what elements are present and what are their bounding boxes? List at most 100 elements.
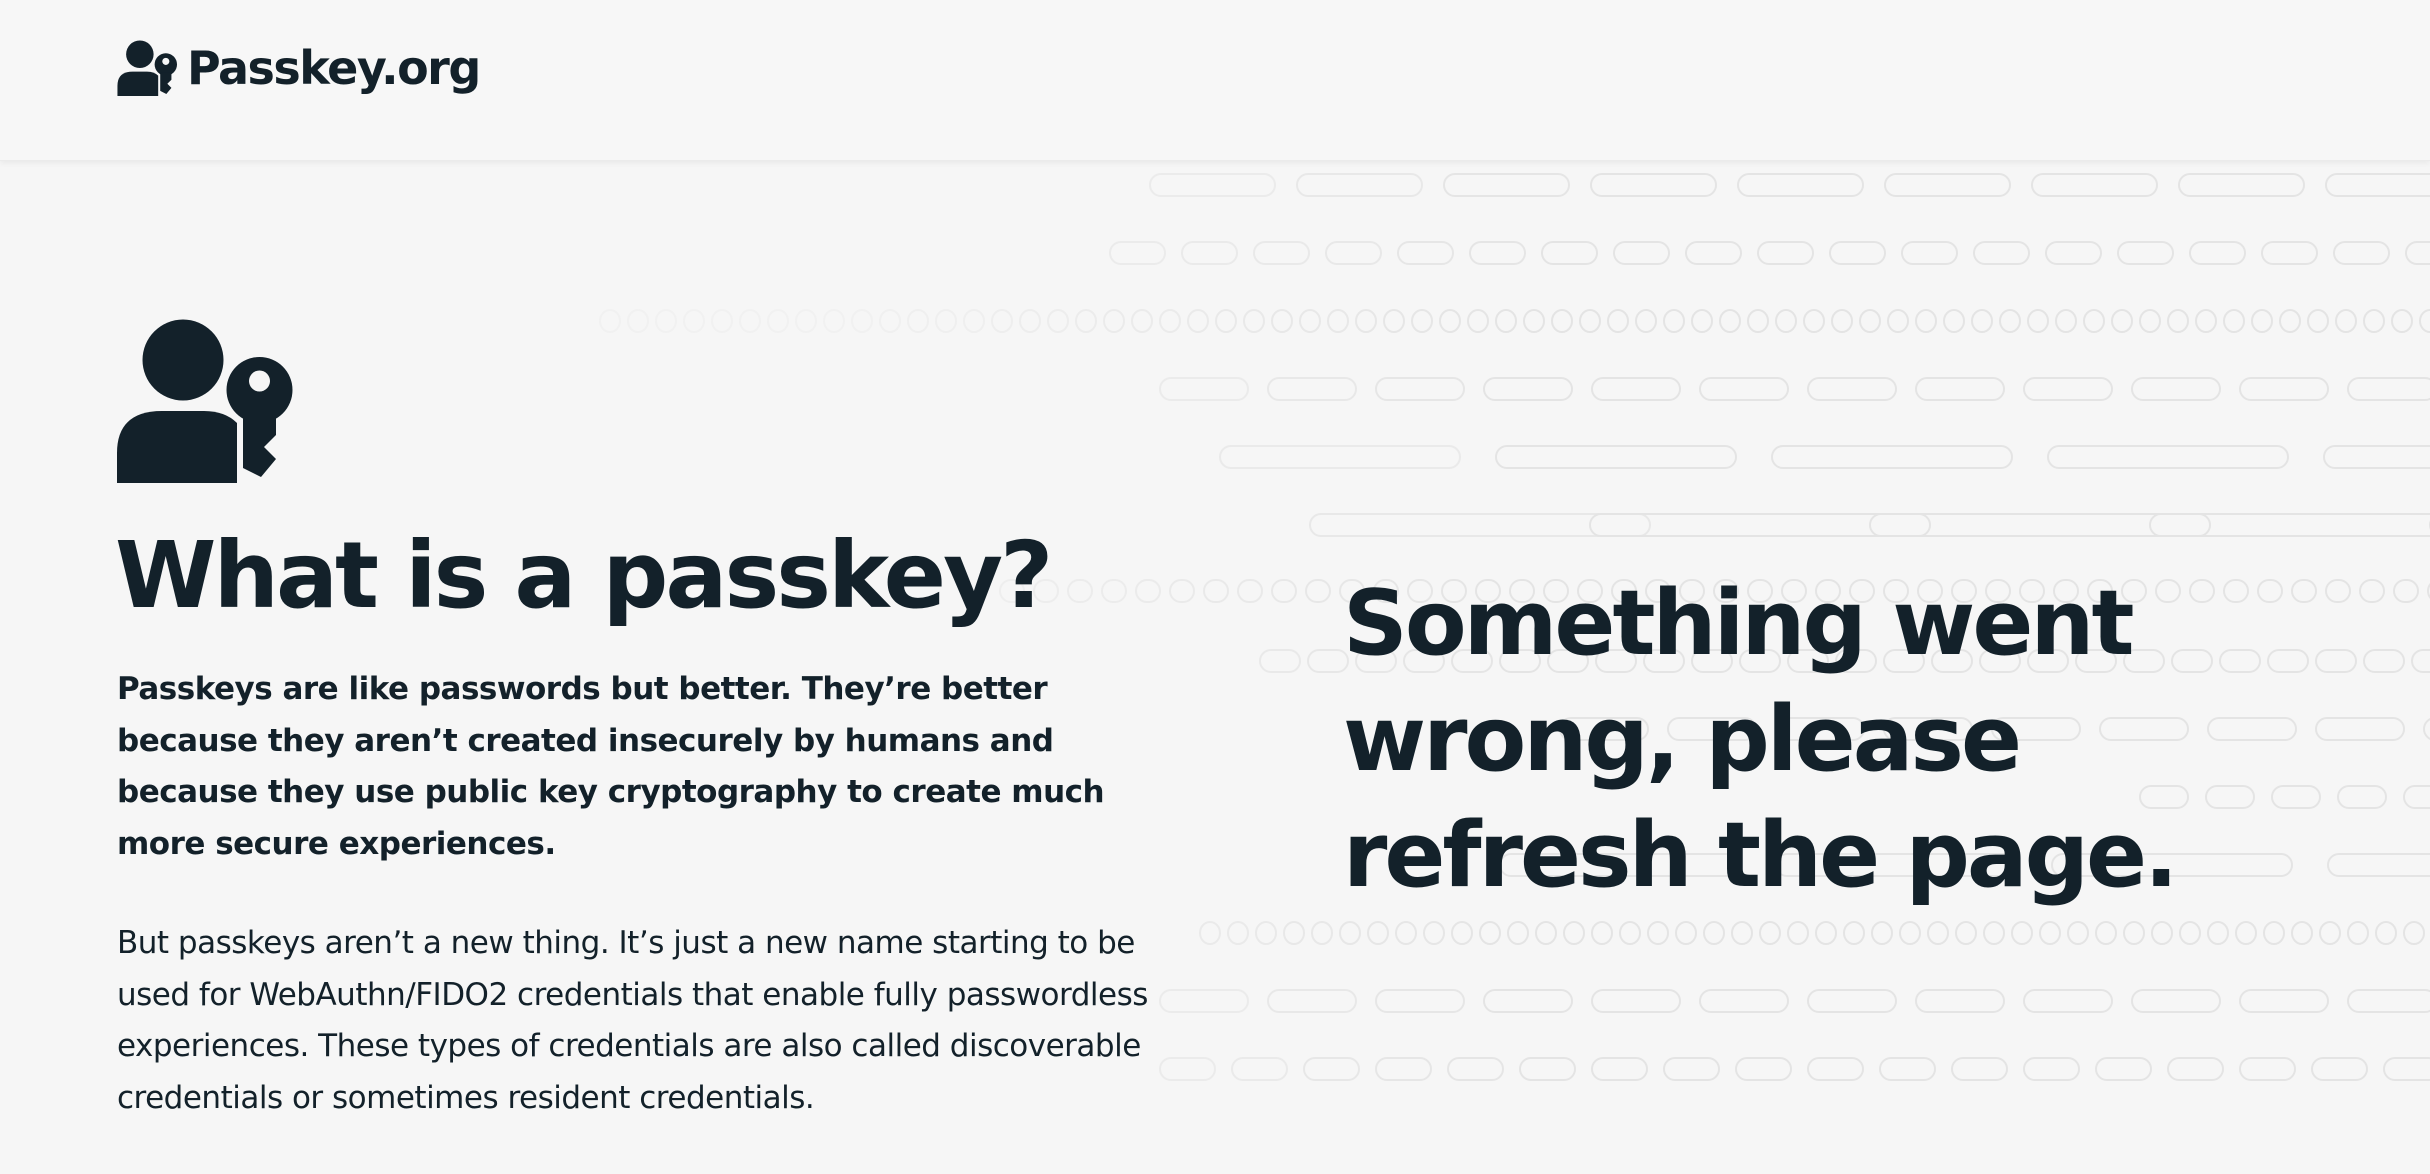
pattern-pill bbox=[1067, 579, 1093, 603]
pattern-pill bbox=[1375, 1057, 1432, 1081]
pattern-pill bbox=[1663, 309, 1685, 333]
pattern-pill bbox=[1943, 309, 1965, 333]
pattern-pill bbox=[2095, 921, 2117, 945]
pattern-pill bbox=[1267, 377, 1357, 401]
pattern-pill bbox=[2131, 377, 2221, 401]
pattern-pill bbox=[2319, 921, 2341, 945]
pattern-pill bbox=[2039, 921, 2061, 945]
pattern-pill bbox=[2207, 921, 2229, 945]
pattern-pill bbox=[683, 309, 705, 333]
pattern-pill bbox=[2263, 921, 2285, 945]
pattern-pill bbox=[2047, 445, 2289, 469]
pattern-pill bbox=[2045, 241, 2102, 265]
pattern-pill bbox=[1619, 921, 1641, 945]
pattern-pill bbox=[1535, 921, 1557, 945]
pattern-pill bbox=[2393, 579, 2419, 603]
pattern-pill bbox=[2167, 309, 2189, 333]
pattern-pill bbox=[1375, 989, 1465, 1013]
pattern-pill bbox=[1271, 579, 1297, 603]
pattern-pill bbox=[1303, 1057, 1360, 1081]
pattern-pill bbox=[1469, 241, 1526, 265]
pattern-pill bbox=[1579, 309, 1601, 333]
pattern-pill bbox=[2023, 989, 2113, 1013]
pattern-pill bbox=[879, 309, 901, 333]
pattern-pill bbox=[599, 309, 621, 333]
pattern-pill bbox=[907, 309, 929, 333]
pattern-pill bbox=[1831, 309, 1853, 333]
pattern-pill bbox=[2423, 718, 2430, 740]
pattern-pill bbox=[1731, 921, 1753, 945]
pattern-pill bbox=[2333, 241, 2390, 265]
pattern-pill bbox=[1483, 989, 1573, 1013]
pattern-pill bbox=[1355, 309, 1377, 333]
pattern-pill bbox=[823, 309, 845, 333]
pattern-pill bbox=[1691, 309, 1713, 333]
pattern-pill bbox=[1169, 579, 1195, 603]
pattern-pill bbox=[1271, 309, 1293, 333]
page-title: What is a passkey? bbox=[115, 522, 1053, 629]
pattern-pill bbox=[2027, 309, 2049, 333]
pattern-pill bbox=[1383, 309, 1405, 333]
user-key-icon bbox=[117, 40, 178, 96]
pattern-pill bbox=[1591, 377, 1681, 401]
pattern-pill bbox=[2117, 241, 2174, 265]
pattern-pill bbox=[1915, 989, 2005, 1013]
pattern-pill bbox=[2347, 921, 2369, 945]
site-header: Passkey.org bbox=[0, 0, 2430, 161]
pattern-pill bbox=[1103, 309, 1125, 333]
pattern-pill bbox=[1159, 377, 1249, 401]
pattern-pill bbox=[1075, 309, 1097, 333]
user-key-icon bbox=[117, 319, 293, 483]
pattern-pill bbox=[1495, 309, 1517, 333]
pattern-pill bbox=[2405, 241, 2430, 265]
pattern-pill bbox=[2311, 1057, 2368, 1081]
pattern-pill bbox=[1747, 309, 1769, 333]
pattern-pill bbox=[2347, 989, 2430, 1013]
pattern-pill bbox=[1757, 241, 1814, 265]
pattern-pill bbox=[2179, 921, 2201, 945]
pattern-pill bbox=[2239, 989, 2329, 1013]
pattern-pill bbox=[1591, 989, 1681, 1013]
pattern-pill bbox=[2359, 579, 2385, 603]
pattern-pill bbox=[1305, 579, 1331, 603]
pattern-pill bbox=[851, 309, 873, 333]
pattern-pill bbox=[1685, 241, 1742, 265]
pattern-pill bbox=[1927, 921, 1949, 945]
pattern-pill bbox=[2323, 445, 2430, 469]
logo-text: Passkey.org bbox=[187, 41, 481, 95]
pattern-pill bbox=[2375, 921, 2397, 945]
pattern-pill bbox=[1109, 241, 1166, 265]
pattern-pill bbox=[1884, 173, 2011, 197]
pattern-pill bbox=[1815, 921, 1837, 945]
pattern-pill bbox=[1367, 921, 1389, 945]
pattern-pill bbox=[2325, 173, 2430, 197]
pattern-pill bbox=[2023, 377, 2113, 401]
pattern-pill bbox=[2123, 921, 2145, 945]
pattern-pill bbox=[1451, 921, 1473, 945]
pattern-pill bbox=[2363, 309, 2385, 333]
pattern-pill bbox=[2055, 309, 2077, 333]
pattern-pill bbox=[1541, 241, 1598, 265]
pattern-pill bbox=[1607, 309, 1629, 333]
pattern-pill bbox=[1237, 579, 1263, 603]
pattern-pill bbox=[1299, 309, 1321, 333]
pattern-pill bbox=[1397, 241, 1454, 265]
pattern-pill bbox=[1735, 1057, 1792, 1081]
pattern-pill bbox=[1699, 989, 1789, 1013]
pattern-pill bbox=[1227, 921, 1249, 945]
lead-paragraph: Passkeys are like passwords but better. … bbox=[117, 671, 1105, 862]
logo-link[interactable]: Passkey.org bbox=[117, 36, 481, 100]
pattern-pill bbox=[1589, 513, 1931, 537]
pattern-pill bbox=[963, 309, 985, 333]
pattern-pill bbox=[767, 309, 789, 333]
pattern-pill bbox=[1699, 377, 1789, 401]
pattern-pill bbox=[1973, 241, 2030, 265]
pattern-pill bbox=[1843, 921, 1865, 945]
pattern-pill bbox=[1231, 1057, 1288, 1081]
pattern-pill bbox=[2083, 309, 2105, 333]
pattern-pill bbox=[1259, 649, 1301, 673]
pattern-pill bbox=[1283, 921, 1305, 945]
pattern-pill bbox=[1483, 377, 1573, 401]
pattern-pill bbox=[1807, 1057, 1864, 1081]
pattern-pill bbox=[1131, 309, 1153, 333]
